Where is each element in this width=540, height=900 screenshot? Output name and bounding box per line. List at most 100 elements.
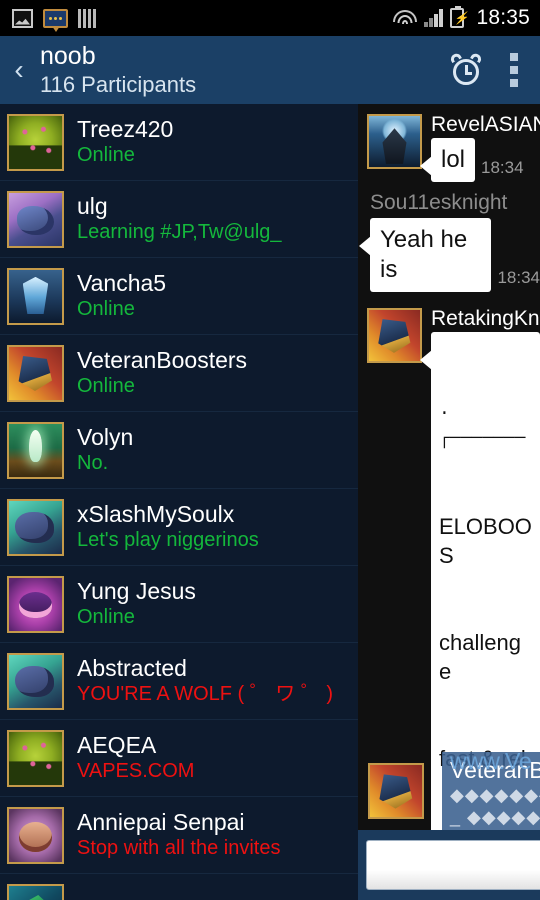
member-name: Anniepai Senpai xyxy=(77,809,245,835)
avatar[interactable] xyxy=(7,806,64,864)
member-name: Treez420 xyxy=(77,116,174,142)
member-list-item[interactable]: xSlashMySoulx Let's play niggerinos xyxy=(0,489,358,566)
message-bubble[interactable]: Yeah he is xyxy=(358,218,492,292)
member-list-item[interactable]: Abstracted YOU'RE A WOLF ( ゜ ワ ゜ ) xyxy=(0,643,358,720)
avatar-image xyxy=(9,192,62,246)
status-bar-left-icons xyxy=(12,8,96,32)
overlay-background-text: www.Ve xyxy=(450,752,532,774)
member-list-item[interactable]: ulg Learning #JP,Tw@ulg_ xyxy=(0,181,358,258)
avatar[interactable] xyxy=(7,344,64,402)
member-status: Stop with all the invites xyxy=(77,837,281,859)
avatar-image xyxy=(9,269,62,323)
avatar-image xyxy=(9,731,62,785)
avatar xyxy=(368,763,424,819)
status-bar-right-icons: ⚡ 18:35 xyxy=(393,6,530,30)
member-list-item[interactable]: Yung Jesus Online xyxy=(0,566,358,643)
message-timestamp: 18:34 xyxy=(497,268,540,287)
member-status: VAPES.COM xyxy=(77,760,195,782)
member-status: Learning #JP,Tw@ulg_ xyxy=(77,221,282,243)
message-input[interactable] xyxy=(366,840,540,890)
app-bar-actions xyxy=(449,51,540,87)
message-bubble-icon xyxy=(43,8,68,32)
member-text: Abstracted YOU'RE A WOLF ( ゜ ワ ゜ ) xyxy=(77,655,333,707)
member-status: Online xyxy=(77,606,135,628)
member-name: ulg xyxy=(77,193,108,219)
member-text: Yung Jesus Online xyxy=(77,578,196,630)
avatar-image xyxy=(9,115,62,169)
member-text: Vancha5 Online xyxy=(77,270,166,322)
member-text: xSlashMySoulx Let's play niggerinos xyxy=(77,501,259,553)
member-list-item[interactable]: Vancha5 Online xyxy=(0,258,358,335)
avatar[interactable] xyxy=(7,652,64,710)
avatar-image xyxy=(9,577,62,631)
chat-pane[interactable]: RevelASIAN lol 18:34 Sou11esknight Yeah … xyxy=(358,104,540,900)
status-bar-clock: 18:35 xyxy=(476,6,530,29)
overlay-line: ◆◆◆◆◆◆◆◆◆ xyxy=(450,785,540,805)
message-bubble[interactable]: lol xyxy=(419,138,476,182)
member-name: xSlashMySoulx xyxy=(77,501,235,527)
chat-message: RevelASIAN lol 18:34 xyxy=(358,104,540,182)
member-name: VeteranBoosters xyxy=(77,347,248,373)
member-list-item[interactable]: Treez420 Online xyxy=(0,104,358,181)
avatar[interactable] xyxy=(7,575,64,633)
member-text: Anniepai Senpai Stop with all the invites xyxy=(77,809,280,861)
member-list-item[interactable]: Volyn No. xyxy=(0,412,358,489)
member-status: Online xyxy=(77,298,135,320)
alarm-clock-icon[interactable] xyxy=(449,51,483,86)
page-title: noob xyxy=(40,42,96,70)
avatar[interactable] xyxy=(7,883,64,900)
avatar-image xyxy=(9,346,62,400)
avatar-image xyxy=(9,885,62,900)
overlay-notification[interactable]: www.Ve VeteranB ◆◆◆◆◆◆◆◆◆ _ ◆◆◆◆◆◆◆◆ xyxy=(358,752,540,830)
avatar[interactable] xyxy=(7,498,64,556)
message-line: . ┌─────── xyxy=(439,400,526,449)
message-input-bar xyxy=(358,830,540,900)
avatar[interactable] xyxy=(7,190,64,248)
avatar[interactable] xyxy=(367,308,422,363)
avatar[interactable] xyxy=(7,729,64,787)
message-author: RevelASIAN xyxy=(431,113,540,136)
member-name: Yung Jesus xyxy=(77,578,196,604)
overflow-menu-icon[interactable] xyxy=(510,53,518,87)
member-name: Vancha5 xyxy=(77,270,167,296)
back-button[interactable]: ‹ xyxy=(2,56,36,84)
overlay-body: www.Ve VeteranB ◆◆◆◆◆◆◆◆◆ _ ◆◆◆◆◆◆◆◆ xyxy=(442,752,540,830)
avatar-image xyxy=(9,808,62,862)
message-line: challenge xyxy=(439,630,521,684)
member-name: Abstracted xyxy=(77,655,187,681)
avatar[interactable] xyxy=(367,114,422,169)
member-list-item[interactable]: ArianaisBae xyxy=(0,874,358,900)
signal-icon xyxy=(424,9,444,27)
avatar[interactable] xyxy=(7,267,64,325)
avatar[interactable] xyxy=(7,421,64,479)
member-list[interactable]: Treez420 Online ulg Learning #JP,Tw@ulg_ Van… xyxy=(0,104,358,900)
chat-message: Sou11esknight Yeah he is 18:34 xyxy=(358,182,540,292)
overlay-line: _ ◆◆◆◆◆◆◆◆ xyxy=(450,807,540,827)
member-text: AEQEA VAPES.COM xyxy=(77,732,194,784)
avatar[interactable] xyxy=(7,113,64,171)
gallery-icon xyxy=(12,8,33,28)
app-screen: ⚡ 18:35 ‹ noob 116 Participants Treez420… xyxy=(0,0,540,900)
app-bar: ‹ noob 116 Participants xyxy=(0,36,540,104)
battery-bolt-glyph: ⚡ xyxy=(453,11,469,25)
member-list-item[interactable]: Anniepai Senpai Stop with all the invites xyxy=(0,797,358,874)
member-status: No. xyxy=(77,452,109,474)
member-text: Treez420 Online xyxy=(77,116,173,168)
message-line: ELOBOOS xyxy=(439,514,532,568)
avatar-image xyxy=(9,423,62,477)
member-text: Volyn No. xyxy=(77,424,133,476)
status-bar: ⚡ 18:35 xyxy=(0,0,540,36)
member-list-item[interactable]: AEQEA VAPES.COM xyxy=(0,720,358,797)
message-timestamp: 18:34 xyxy=(481,158,524,177)
member-name: AEQEA xyxy=(77,732,157,758)
member-list-item[interactable]: VeteranBoosters Online xyxy=(0,335,358,412)
battery-charging-icon: ⚡ xyxy=(450,6,469,28)
app-bar-titles: noob 116 Participants xyxy=(40,42,196,98)
message-author: RetakingKn xyxy=(431,307,540,330)
participants-count: 116 Participants xyxy=(40,72,197,97)
wifi-icon xyxy=(393,9,418,27)
member-status: Online xyxy=(77,144,135,166)
avatar-image xyxy=(9,500,62,554)
member-text: ulg Learning #JP,Tw@ulg_ xyxy=(77,193,282,245)
member-status: Let's play niggerinos xyxy=(77,529,259,551)
